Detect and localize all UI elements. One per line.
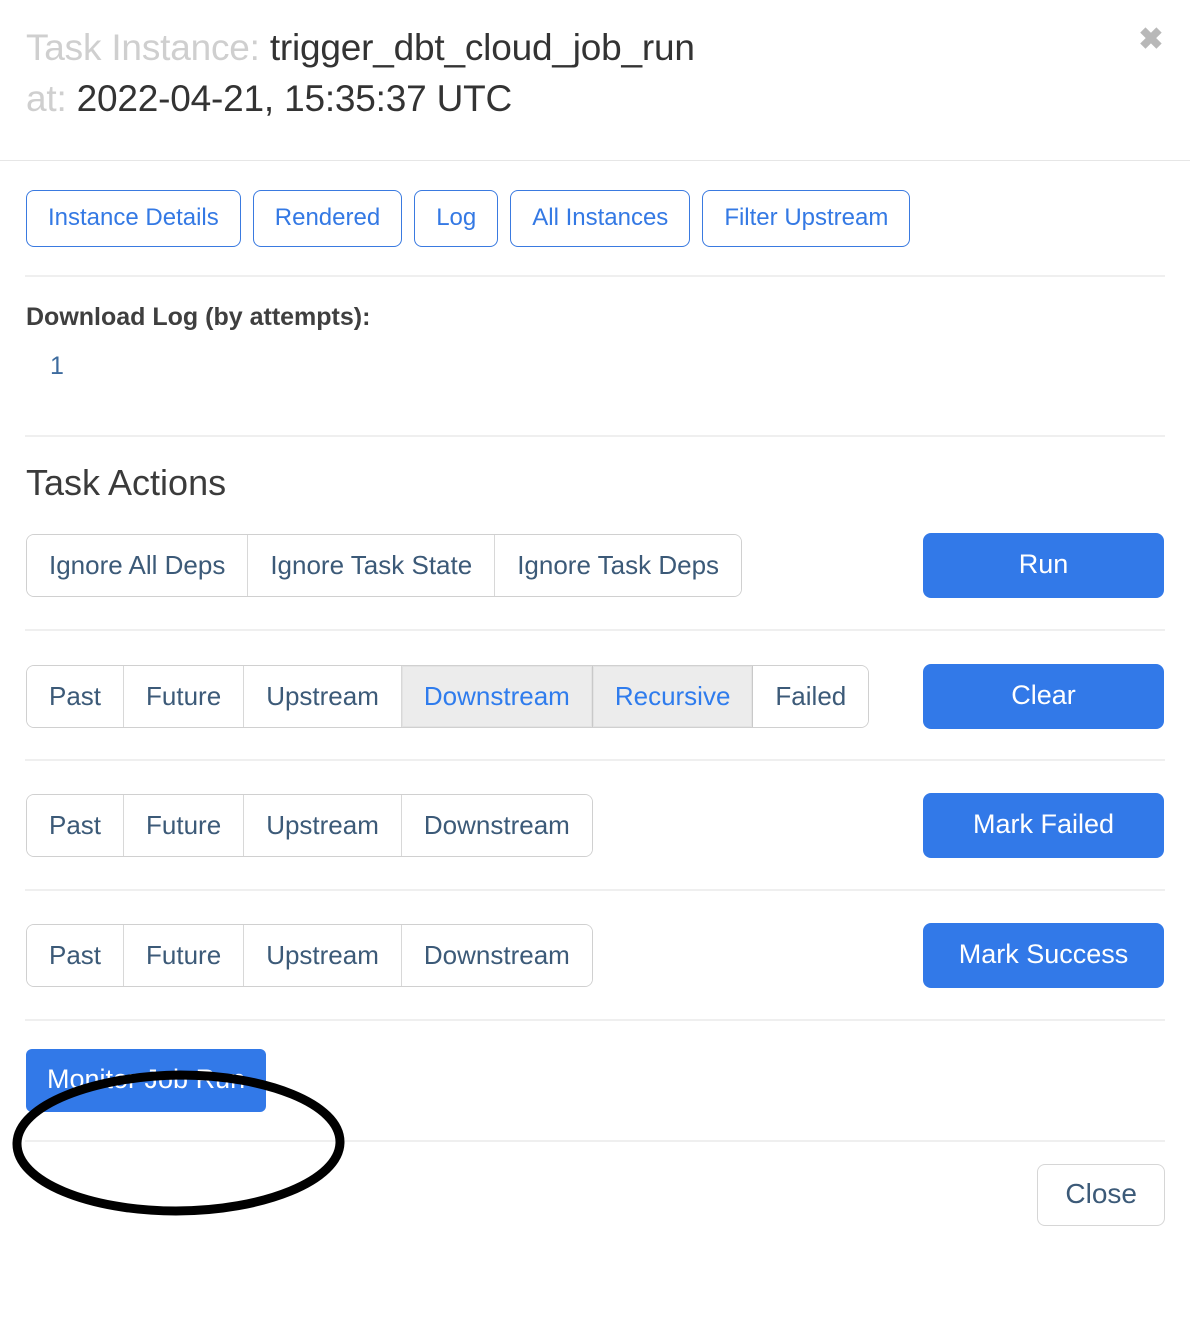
page-title: Task Instance: trigger_dbt_cloud_job_run… bbox=[26, 22, 1076, 124]
modal-body: Instance Details Rendered Log All Instan… bbox=[0, 161, 1190, 1142]
toggle-clear-future[interactable]: Future bbox=[124, 666, 245, 727]
toggle-group-clear: Past Future Upstream Downstream Recursiv… bbox=[26, 665, 870, 728]
action-row-mark-failed-wrap: Past Future Upstream Downstream Mark Fai… bbox=[0, 793, 1190, 858]
monitor-job-run-button[interactable]: Monitor Job Run bbox=[26, 1049, 267, 1112]
action-row-mark-success: Past Future Upstream Downstream Mark Suc… bbox=[26, 923, 1164, 988]
toggle-group-mark-success: Past Future Upstream Downstream bbox=[26, 924, 593, 987]
modal-header: Task Instance: trigger_dbt_cloud_job_run… bbox=[0, 0, 1190, 161]
toggle-ignore-task-deps[interactable]: Ignore Task Deps bbox=[495, 535, 742, 596]
toggle-clear-failed[interactable]: Failed bbox=[753, 666, 869, 727]
action-row-clear: Past Future Upstream Downstream Recursiv… bbox=[26, 664, 1164, 729]
toggle-marksuccess-future[interactable]: Future bbox=[124, 925, 245, 986]
action-row-mark-failed: Past Future Upstream Downstream Mark Fai… bbox=[26, 793, 1164, 858]
clear-button[interactable]: Clear bbox=[923, 664, 1164, 729]
toggle-marksuccess-past[interactable]: Past bbox=[27, 925, 125, 986]
link-all-instances[interactable]: All Instances bbox=[510, 190, 691, 247]
action-row-run-wrap: Ignore All Deps Ignore Task State Ignore… bbox=[0, 533, 1190, 598]
toggle-clear-downstream[interactable]: Downstream bbox=[401, 666, 593, 727]
action-row-run: Ignore All Deps Ignore Task State Ignore… bbox=[26, 533, 1164, 598]
link-instance-details[interactable]: Instance Details bbox=[26, 190, 241, 247]
action-row-mark-success-wrap: Past Future Upstream Downstream Mark Suc… bbox=[0, 923, 1190, 988]
task-actions-section: Task Actions bbox=[0, 437, 1190, 505]
monitor-job-run-wrap: Monitor Job Run bbox=[0, 1021, 1190, 1112]
toggle-ignore-all-deps[interactable]: Ignore All Deps bbox=[27, 535, 249, 596]
instance-links-row: Instance Details Rendered Log All Instan… bbox=[0, 161, 1190, 247]
toggle-clear-recursive[interactable]: Recursive bbox=[592, 666, 754, 727]
task-actions-heading: Task Actions bbox=[26, 462, 227, 503]
mark-success-button[interactable]: Mark Success bbox=[923, 923, 1164, 988]
toggle-clear-upstream[interactable]: Upstream bbox=[244, 666, 402, 727]
toggle-markfailed-upstream[interactable]: Upstream bbox=[244, 795, 402, 856]
toggle-markfailed-downstream[interactable]: Downstream bbox=[401, 795, 592, 856]
toggle-markfailed-past[interactable]: Past bbox=[27, 795, 125, 856]
toggle-markfailed-future[interactable]: Future bbox=[124, 795, 245, 856]
link-log[interactable]: Log bbox=[414, 190, 499, 247]
link-rendered[interactable]: Rendered bbox=[252, 190, 403, 247]
mark-failed-button[interactable]: Mark Failed bbox=[923, 793, 1164, 858]
toggle-ignore-task-state[interactable]: Ignore Task State bbox=[248, 535, 496, 596]
download-log-attempt-1[interactable]: 1 bbox=[50, 352, 64, 380]
toggle-marksuccess-upstream[interactable]: Upstream bbox=[244, 925, 402, 986]
title-execution-date: 2022-04-21, 15:35:37 UTC bbox=[76, 78, 513, 119]
download-log-label: Download Log (by attempts): bbox=[26, 303, 371, 331]
download-log-section: Download Log (by attempts): 1 bbox=[0, 277, 1190, 403]
toggle-group-mark-failed: Past Future Upstream Downstream bbox=[26, 794, 593, 857]
title-label-at: at: bbox=[26, 78, 67, 119]
toggle-clear-past[interactable]: Past bbox=[27, 666, 125, 727]
toggle-group-run: Ignore All Deps Ignore Task State Ignore… bbox=[26, 534, 743, 597]
link-filter-upstream[interactable]: Filter Upstream bbox=[702, 190, 911, 247]
toggle-marksuccess-downstream[interactable]: Downstream bbox=[401, 925, 592, 986]
close-button[interactable]: Close bbox=[1037, 1164, 1165, 1226]
download-log-attempts: 1 bbox=[26, 332, 1164, 381]
task-instance-modal: Task Instance: trigger_dbt_cloud_job_run… bbox=[0, 0, 1190, 1322]
run-button[interactable]: Run bbox=[923, 533, 1164, 598]
title-task-id: trigger_dbt_cloud_job_run bbox=[269, 27, 695, 68]
action-row-clear-wrap: Past Future Upstream Downstream Recursiv… bbox=[0, 664, 1190, 729]
close-x-icon[interactable]: ✖ bbox=[1134, 24, 1168, 58]
modal-footer: Close bbox=[0, 1142, 1190, 1251]
title-label-task-instance: Task Instance: bbox=[26, 27, 260, 68]
